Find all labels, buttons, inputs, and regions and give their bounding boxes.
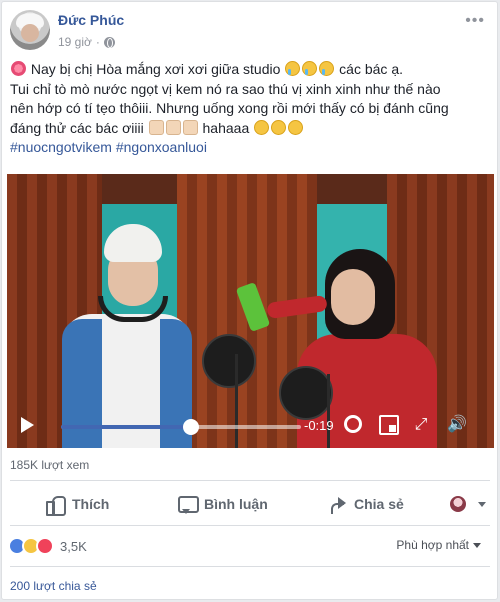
post-text: Nay bị chị Hòa mắng xơi xơi giữa studio … bbox=[10, 60, 492, 158]
volume-icon[interactable]: 🔊 bbox=[447, 415, 467, 435]
divider bbox=[10, 525, 490, 526]
author-avatar[interactable] bbox=[10, 10, 50, 50]
globe-icon bbox=[103, 36, 115, 48]
author-name[interactable]: Đức Phúc bbox=[58, 12, 124, 28]
view-count: 185K lượt xem bbox=[10, 458, 90, 472]
picture-in-picture-icon[interactable] bbox=[379, 415, 399, 435]
love-reaction-icon bbox=[36, 537, 54, 555]
comment-icon bbox=[178, 495, 199, 514]
seek-bar[interactable] bbox=[61, 419, 301, 435]
post-card: Đức Phúc 19 giờ · ••• Nay bị chị Hòa mắn… bbox=[1, 1, 498, 600]
smiling-emoji-icon bbox=[254, 119, 270, 135]
raised-hands-emoji-icon bbox=[148, 119, 164, 135]
seek-progress bbox=[61, 425, 191, 429]
raised-hands-emoji-icon bbox=[165, 119, 181, 135]
crying-emoji-icon bbox=[319, 61, 335, 76]
flower-emoji-icon bbox=[11, 61, 26, 76]
chevron-down-icon bbox=[478, 501, 486, 507]
crying-emoji-icon bbox=[285, 61, 301, 76]
microphone-icon bbox=[202, 334, 256, 388]
settings-gear-icon[interactable] bbox=[344, 415, 362, 433]
thumbs-up-icon bbox=[46, 495, 66, 516]
comment-sort-dropdown[interactable]: Phù hợp nhất bbox=[396, 538, 481, 552]
like-button[interactable]: Thích bbox=[46, 495, 109, 516]
seek-handle[interactable] bbox=[182, 419, 199, 435]
ellipsis-icon[interactable]: ••• bbox=[465, 12, 485, 30]
play-icon[interactable] bbox=[21, 417, 34, 433]
share-button[interactable]: Chia sẻ bbox=[328, 495, 404, 514]
share-arrow-icon bbox=[328, 495, 346, 514]
video-controls: -0:19 ⤢ 🔊 bbox=[7, 404, 494, 448]
smiling-emoji-icon bbox=[288, 119, 304, 135]
comment-button[interactable]: Bình luận bbox=[178, 495, 268, 514]
smiling-emoji-icon bbox=[271, 119, 287, 135]
fullscreen-icon[interactable]: ⤢ bbox=[411, 415, 431, 435]
crying-emoji-icon bbox=[302, 61, 318, 76]
post-as-selector[interactable] bbox=[450, 496, 486, 512]
video-player[interactable]: -0:19 ⤢ 🔊 bbox=[7, 174, 494, 448]
user-avatar bbox=[450, 496, 466, 512]
post-meta: 19 giờ · bbox=[58, 35, 115, 49]
post-time[interactable]: 19 giờ bbox=[58, 35, 92, 49]
share-count[interactable]: 200 lượt chia sẻ bbox=[10, 579, 97, 593]
hashtags[interactable]: #nuocngotvikem #ngonxoanluoi bbox=[10, 138, 492, 158]
time-remaining: -0:19 bbox=[304, 418, 334, 433]
divider bbox=[10, 480, 490, 481]
divider bbox=[10, 566, 490, 567]
raised-hands-emoji-icon bbox=[182, 119, 198, 135]
action-bar: Thích Bình luận Chia sẻ bbox=[10, 488, 490, 520]
reaction-summary[interactable]: 3,5K bbox=[8, 535, 87, 557]
chevron-down-icon bbox=[473, 543, 481, 549]
reaction-count: 3,5K bbox=[60, 538, 87, 554]
